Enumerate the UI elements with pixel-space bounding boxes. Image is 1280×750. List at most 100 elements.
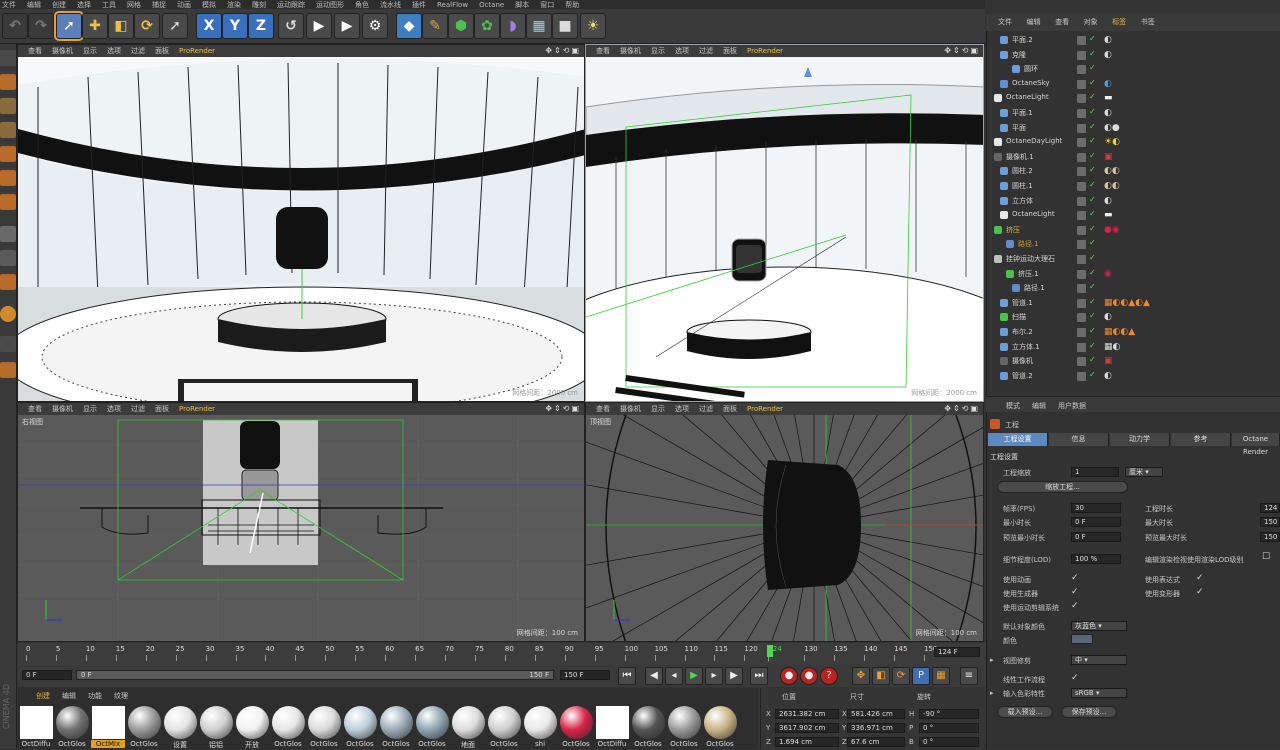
lod-field[interactable]: 100 % [1071,554,1121,564]
material-label[interactable]: OctGlos [271,740,305,748]
key-scale-icon[interactable]: ◧ [872,667,890,685]
vp-menu-prorender[interactable]: ProRender [179,403,215,415]
object-row[interactable]: 布尔.2 ✓ ▦◐◐▲ [0,325,1280,340]
preview-max-field[interactable]: 150 F [1260,532,1280,542]
autokey-icon[interactable]: ● [800,667,818,685]
current-frame-field[interactable]: 124 F [934,647,980,657]
coord-size-field[interactable]: 581.426 cm [847,709,905,719]
object-tags-icon[interactable]: ◐ [1104,35,1112,45]
vp-menu-camera[interactable]: 摄像机 [620,403,641,415]
menu-item[interactable]: 脚本 [515,1,529,9]
color-swatch[interactable] [1071,634,1093,644]
menu-item[interactable]: 文件 [2,1,16,9]
menu-item[interactable]: 模拟 [202,1,216,9]
object-row[interactable]: 路径.1 ✓ [0,281,1280,296]
enable-check-icon[interactable]: ✓ [1089,282,1096,291]
enable-check-icon[interactable]: ✓ [1089,238,1096,247]
mat-menu-create[interactable]: 创建 [36,691,50,701]
menu-item[interactable]: 运动跟踪 [277,1,305,9]
default-color-dropdown[interactable]: 灰蓝色 ▾ [1071,621,1127,631]
om-menu-tags[interactable]: 标签 [1112,14,1126,31]
enable-check-icon[interactable]: ✓ [1089,180,1096,189]
menu-item[interactable]: 工具 [102,1,116,9]
enable-check-icon[interactable]: ✓ [1089,122,1096,131]
am-menu-mode[interactable]: 模式 [1006,401,1020,411]
enable-check-icon[interactable]: ✓ [1089,107,1096,116]
visibility-toggle-icon[interactable] [1077,109,1086,118]
visibility-toggle-icon[interactable] [1077,50,1086,60]
mat-menu-texture[interactable]: 纹理 [114,691,128,701]
enable-check-icon[interactable]: ✓ [1089,151,1096,160]
visibility-toggle-icon[interactable] [1077,138,1086,148]
viewport-right[interactable]: 查看 摄像机 显示 选项 过滤 面板 ProRender ✥⇕⟲▣ 右视图 网格间距：100… [17,402,585,642]
material-label[interactable]: OctGlos [127,740,161,748]
material-label[interactable]: OctDiffu [19,740,53,748]
current-frame-marker[interactable] [767,645,773,657]
key-param-icon[interactable]: P [912,667,930,685]
object-tags-icon[interactable]: ▣ [1104,356,1113,366]
key-pla-icon[interactable]: ▦ [932,667,950,685]
material-thumbnail[interactable] [704,706,737,739]
am-menu-edit[interactable]: 编辑 [1032,401,1046,411]
coord-position-field[interactable]: 3617.902 cm [775,723,839,733]
object-tags-icon[interactable]: ◐ [1104,196,1112,206]
material-label[interactable]: OctGlos [487,740,521,748]
tab-reference[interactable]: 参考 [1171,433,1231,446]
menu-item[interactable]: 流水线 [380,1,401,9]
object-row[interactable]: 挂钟运动大理石 ✓ [0,252,1280,267]
object-row[interactable]: 平面 ✓ ◐● [0,121,1280,136]
start-frame-field[interactable]: 0 F [22,670,72,680]
tab-project-settings[interactable]: 工程设置 [988,433,1048,446]
object-row[interactable]: 挤压 ✓ ●◉ [0,223,1280,238]
key-rotation-icon[interactable]: ⟳ [892,667,910,685]
enable-check-icon[interactable]: ✓ [1089,341,1096,350]
object-row[interactable]: 管道.1 ✓ ▦◐◐▲◐▲ [0,296,1280,311]
vp-menu-options[interactable]: 选项 [107,403,121,415]
menu-item[interactable]: 捕捉 [152,1,166,9]
object-tags-icon[interactable]: ◐● [1104,123,1120,133]
menu-item[interactable]: 插件 [412,1,426,9]
object-row[interactable]: 克隆 ✓ ◐ [0,48,1280,63]
material-thumbnail[interactable] [272,706,305,739]
menu-item[interactable]: 角色 [355,1,369,9]
object-row[interactable]: OctaneLight ✓ ▬ [0,208,1280,223]
material-thumbnail[interactable] [596,706,629,739]
vp-menu-filter[interactable]: 过滤 [131,403,145,415]
object-row[interactable]: OctaneDayLight ✓ ☀◐ [0,135,1280,150]
material-label[interactable]: OctGlos [415,740,449,748]
object-tags-icon[interactable]: ◐ [1104,79,1112,89]
object-row[interactable]: OctaneSky ✓ ◐ [0,77,1280,92]
vp-menu-view[interactable]: 查看 [28,403,42,415]
enable-check-icon[interactable]: ✓ [1089,63,1096,72]
tab-dynamics[interactable]: 动力学 [1110,433,1170,446]
object-row[interactable]: 路径.1 ✓ [0,237,1280,252]
material-label[interactable]: shi [523,740,557,748]
material-thumbnail[interactable] [344,706,377,739]
object-row[interactable]: 立方体 ✓ ◐ [0,194,1280,209]
load-preset-button[interactable]: 载入预设... [997,706,1053,718]
coord-size-field[interactable]: 336.971 cm [847,723,905,733]
vp-menu-panel[interactable]: 面板 [155,403,169,415]
keyframe-selection-icon[interactable]: ? [820,667,838,685]
use-anim-checkbox[interactable]: ✓ [1071,573,1079,583]
visibility-toggle-icon[interactable] [1077,182,1086,191]
input-color-dropdown[interactable]: sRGB ▾ [1071,688,1127,698]
next-frame-icon[interactable]: ▸ [705,667,723,685]
visibility-toggle-icon[interactable] [1077,284,1086,294]
menu-item[interactable]: 网格 [127,1,141,9]
enable-check-icon[interactable]: ✓ [1089,78,1096,87]
om-menu-objects[interactable]: 对象 [1084,14,1098,31]
coord-rotation-field[interactable]: 0 ° [919,723,979,733]
material-label[interactable]: OctGlos [307,740,341,748]
visibility-toggle-icon[interactable] [1077,313,1086,323]
object-tags-icon[interactable]: ▦◐ [1104,342,1120,352]
material-thumbnail[interactable] [164,706,197,739]
menu-item[interactable]: Octane [479,1,504,9]
save-preset-button[interactable]: 保存预设... [1061,706,1117,718]
menu-item[interactable]: 渲染 [227,1,241,9]
visibility-toggle-icon[interactable] [1077,371,1086,381]
material-thumbnail[interactable] [524,706,557,739]
enable-check-icon[interactable]: ✓ [1089,136,1096,145]
material-thumbnail[interactable] [308,706,341,739]
viewport-top[interactable]: 查看 摄像机 显示 选项 过滤 面板 ProRender ✥⇕⟲▣ 顶视图 网格间距：100… [585,402,984,642]
